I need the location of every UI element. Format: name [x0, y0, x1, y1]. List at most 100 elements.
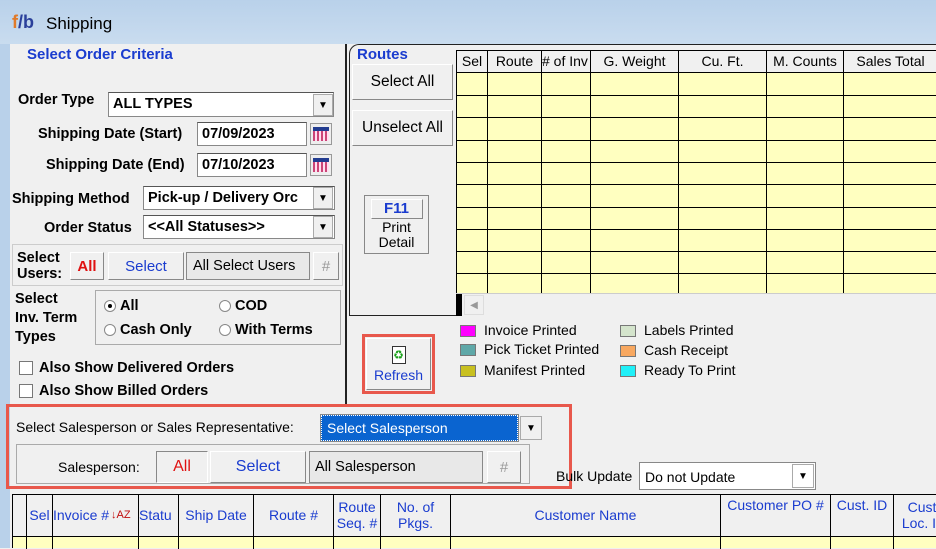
calendar-icon[interactable]	[310, 154, 332, 176]
col-sel[interactable]: Sel	[27, 495, 53, 536]
grid-line	[52, 537, 53, 549]
order-type-label: Order Type	[18, 92, 95, 108]
ship-start-label: Shipping Date (Start)	[38, 126, 183, 142]
ship-start-value: 07/09/2023	[202, 126, 275, 142]
calendar-icon[interactable]	[310, 123, 332, 145]
delivered-checkbox[interactable]: Also Show Delivered Orders	[19, 360, 234, 376]
ship-end-input[interactable]: 07/10/2023	[197, 153, 307, 177]
users-value: All Select Users	[186, 252, 310, 280]
bulk-update-label: Bulk Update	[556, 468, 633, 484]
chevron-down-icon[interactable]: ▼	[313, 216, 333, 238]
routes-grid[interactable]: Sel Route # of Inv G. Weight Cu. Ft. M. …	[456, 50, 936, 294]
chevron-down-icon[interactable]: ▼	[520, 416, 542, 440]
users-select-button[interactable]: Select	[108, 252, 184, 280]
legend-label: Pick Ticket Printed	[484, 341, 600, 357]
col-pkgs[interactable]: No. of Pkgs.	[381, 495, 451, 536]
users-all-button[interactable]: All	[70, 252, 104, 280]
swatch-icon	[460, 365, 476, 378]
legend-label: Manifest Printed	[484, 362, 586, 378]
col-cust-loc[interactable]: Cust. Loc. ID	[894, 495, 936, 536]
salesperson-select[interactable]: Select Salesperson	[320, 414, 519, 442]
grid-line	[830, 537, 831, 549]
col-ship-date[interactable]: Ship Date	[179, 495, 254, 536]
grid-line	[457, 139, 936, 141]
col-num-inv[interactable]: # of Inv	[542, 51, 591, 72]
ship-method-select[interactable]: Pick-up / Delivery Orc	[143, 186, 335, 210]
col-customer-po[interactable]: Customer PO #	[721, 495, 831, 536]
orders-grid-header: Sel Invoice # ↓AZ Statu Ship Date Route #…	[13, 495, 936, 537]
swatch-icon	[620, 345, 636, 358]
users-label-line: Users:	[17, 266, 63, 282]
billed-label: Also Show Billed Orders	[39, 383, 209, 399]
scroll-left-icon[interactable]: ◀	[464, 295, 484, 315]
window-title: Shipping	[46, 14, 113, 33]
col-status[interactable]: Statu	[139, 495, 179, 536]
term-radio-cash-only[interactable]: Cash Only	[104, 322, 192, 338]
grid-line	[333, 537, 334, 549]
order-status-value: <<All Statuses>>	[148, 219, 265, 235]
col-route[interactable]: Route #	[254, 495, 334, 536]
print-detail-label: Detail	[378, 234, 415, 250]
term-radio-cod[interactable]: COD	[219, 298, 267, 314]
term-radio-label: With Terms	[235, 322, 313, 338]
grid-line	[26, 537, 27, 549]
col-invoice-label: Invoice #	[53, 506, 110, 523]
chevron-down-icon[interactable]: ▼	[313, 94, 333, 116]
radio-icon	[219, 324, 231, 337]
select-all-routes-button[interactable]: Select All	[352, 64, 453, 100]
grid-line	[457, 117, 936, 119]
order-type-select[interactable]: ALL TYPES	[108, 92, 334, 117]
salesperson-select-button[interactable]: Select	[210, 451, 306, 483]
ship-method-value: Pick-up / Delivery Orc	[148, 190, 298, 206]
order-status-select[interactable]: <<All Statuses>>	[143, 215, 335, 239]
ship-start-input[interactable]: 07/09/2023	[197, 122, 307, 146]
bulk-update-select[interactable]: Do not Update	[639, 462, 816, 490]
salesperson-select-label: Select Salesperson or Sales Representati…	[16, 419, 294, 435]
term-label-line: Select	[15, 291, 58, 307]
orders-grid[interactable]: Sel Invoice # ↓AZ Statu Ship Date Route #…	[12, 494, 936, 549]
refresh-icon: ♻	[391, 345, 406, 364]
col-customer-name[interactable]: Customer Name	[451, 495, 721, 536]
term-radio-all[interactable]: All	[104, 298, 139, 314]
col-sel[interactable]: Sel	[457, 51, 488, 72]
refresh-button[interactable]: ♻ Refresh	[366, 338, 431, 390]
grid-line	[450, 537, 451, 549]
app-logo: f/b	[12, 12, 34, 32]
chevron-down-icon[interactable]: ▼	[792, 464, 814, 488]
grid-line	[138, 537, 139, 549]
print-detail-button[interactable]: F11 Print Detail	[364, 195, 429, 254]
chevron-down-icon[interactable]: ▼	[313, 187, 333, 209]
radio-icon	[104, 324, 116, 337]
billed-checkbox[interactable]: Also Show Billed Orders	[19, 383, 208, 399]
ship-end-value: 07/10/2023	[202, 157, 275, 173]
col-invoice[interactable]: Invoice # ↓AZ	[53, 495, 139, 536]
col-cust-id[interactable]: Cust. ID	[831, 495, 894, 536]
term-radio-label: All	[120, 298, 139, 314]
grid-line	[720, 537, 721, 549]
swatch-icon	[620, 325, 636, 338]
print-detail-label: Print	[382, 219, 411, 235]
title-bar	[0, 0, 936, 44]
term-label: Select Inv. Term Types	[15, 290, 77, 347]
routes-scrollbar[interactable]: ◀	[456, 293, 936, 316]
col-sales-total[interactable]: Sales Total	[844, 51, 936, 72]
legend-label: Ready To Print	[644, 362, 736, 378]
col-route-seq[interactable]: Route Seq. #	[334, 495, 381, 536]
col-mcounts[interactable]: M. Counts	[767, 51, 844, 72]
legend-labels-printed: Labels Printed	[620, 322, 734, 338]
grid-line	[457, 273, 936, 275]
salesperson-hash-button[interactable]: #	[487, 451, 521, 483]
salesperson-value: All Salesperson	[309, 451, 483, 483]
salesperson-all-button[interactable]: All	[156, 451, 208, 483]
grid-line	[457, 161, 936, 163]
sort-az-icon[interactable]: ↓AZ	[111, 509, 131, 521]
term-label-line: Inv. Term	[15, 310, 78, 326]
col-cuft[interactable]: Cu. Ft.	[679, 51, 767, 72]
users-hash-button[interactable]: #	[313, 252, 339, 280]
col-route[interactable]: Route	[488, 51, 542, 72]
unselect-all-routes-button[interactable]: Unselect All	[352, 110, 453, 146]
refresh-label: Refresh	[373, 366, 424, 383]
col-gweight[interactable]: G. Weight	[591, 51, 679, 72]
term-radio-with-terms[interactable]: With Terms	[219, 322, 313, 338]
swatch-icon	[460, 325, 476, 338]
